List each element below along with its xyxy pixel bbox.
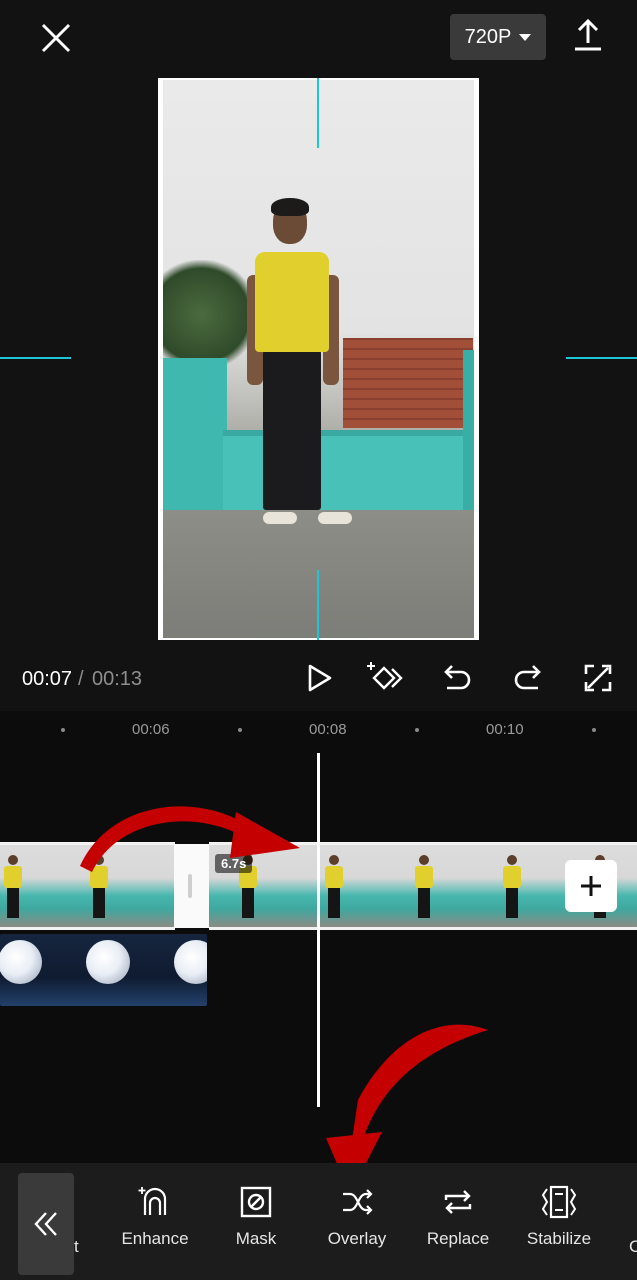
plus-icon — [581, 876, 601, 896]
person-shoe-left — [263, 512, 297, 524]
partial-tool-label-right: C — [629, 1237, 637, 1256]
clip-duration-badge: 6.7s — [215, 854, 253, 873]
tool-label: Replace — [426, 1229, 490, 1248]
transition-handle — [188, 874, 192, 898]
person-legs — [263, 350, 321, 510]
close-button[interactable] — [36, 18, 76, 58]
center-guide-top — [317, 78, 319, 148]
person-shoe-right — [318, 512, 352, 524]
enhance-icon — [138, 1187, 167, 1215]
ruler-tick — [238, 728, 242, 732]
clip-thumbnail — [118, 845, 175, 927]
add-clip-button[interactable] — [565, 860, 617, 912]
tool-label: Mask — [235, 1229, 277, 1248]
bottom-toolbar: t Enhance Mask Overlay Replace Stabilize… — [0, 1163, 637, 1280]
current-time: 00:07 — [22, 668, 73, 690]
video-frame-image — [163, 80, 474, 638]
center-guide-right — [566, 357, 637, 359]
tool-mask[interactable]: Mask — [211, 1185, 301, 1265]
thumbnail-person — [4, 855, 22, 919]
overlay-thumbnail-moon — [86, 940, 130, 984]
ruler-label: 00:08 — [309, 721, 347, 738]
tool-enhance[interactable]: Enhance — [110, 1185, 200, 1265]
center-guide-bottom — [317, 570, 319, 640]
video-preview-area — [0, 78, 637, 648]
tool-stabilize[interactable]: Stabilize — [514, 1185, 604, 1265]
scene-teal-pillar — [163, 358, 227, 510]
clip-thumbnail — [60, 845, 118, 927]
tool-overlay[interactable]: Overlay — [312, 1185, 402, 1265]
scene-teal-pillar-right — [463, 350, 474, 510]
playback-controls: 00:07 / 00:13 — [0, 648, 637, 710]
keyframe-button[interactable] — [366, 658, 406, 698]
play-icon — [308, 664, 332, 692]
overlay-thumbnail-moon — [0, 940, 42, 984]
clip-thumbnail — [473, 845, 561, 927]
playhead[interactable] — [317, 753, 320, 1107]
redo-icon — [514, 665, 541, 690]
resolution-dropdown[interactable]: 720P — [450, 14, 546, 60]
export-icon — [575, 18, 601, 51]
scene-teal-wall — [223, 430, 473, 510]
mask-icon — [240, 1186, 272, 1218]
export-button[interactable] — [570, 16, 606, 56]
tool-replace[interactable]: Replace — [413, 1185, 503, 1265]
ruler-tick — [415, 728, 419, 732]
person-hair — [271, 198, 309, 216]
person-shirt — [255, 252, 329, 352]
total-time: 00:13 — [92, 668, 143, 690]
timeline[interactable]: 00:06 00:08 00:10 6.7s — [0, 711, 637, 1163]
video-canvas[interactable] — [158, 78, 479, 640]
double-chevron-left-icon — [34, 1212, 57, 1236]
video-clip-1[interactable] — [0, 842, 175, 930]
undo-button[interactable] — [437, 658, 477, 698]
ruler-tick — [592, 728, 596, 732]
clip-thumbnail — [0, 845, 60, 927]
fullscreen-button[interactable] — [578, 658, 618, 698]
scene-brick-wall — [343, 338, 473, 428]
ruler-label: 00:06 — [132, 721, 170, 738]
overlay-thumbnail-moon — [174, 940, 207, 984]
ruler-tick — [61, 728, 65, 732]
thumbnail-person — [503, 855, 521, 919]
redo-button[interactable] — [508, 658, 548, 698]
resolution-label: 720P — [464, 25, 512, 48]
collapse-toolbar-button[interactable] — [18, 1173, 74, 1275]
keyframe-icon — [367, 662, 403, 690]
play-button[interactable] — [300, 658, 340, 698]
time-separator: / — [78, 668, 84, 690]
chevron-down-icon — [519, 33, 532, 41]
ruler-label: 00:10 — [486, 721, 524, 738]
top-bar: 720P — [0, 0, 637, 78]
clip-thumbnail — [297, 845, 385, 927]
transition-divider[interactable] — [174, 844, 209, 928]
thumbnail-person — [90, 855, 108, 919]
fullscreen-icon — [584, 664, 612, 692]
replace-icon — [444, 1190, 472, 1214]
thumbnail-person — [325, 855, 343, 919]
tool-label: Overlay — [327, 1229, 387, 1248]
partial-tool-label: t — [74, 1237, 79, 1256]
tool-label: Stabilize — [526, 1229, 592, 1248]
close-icon — [41, 23, 71, 53]
clip-thumbnail — [385, 845, 473, 927]
scene-tree — [163, 260, 258, 370]
tool-label: Enhance — [121, 1229, 189, 1248]
center-guide-left — [0, 357, 71, 359]
thumbnail-person — [415, 855, 433, 919]
overlay-clip[interactable] — [0, 934, 207, 1006]
undo-icon — [444, 665, 471, 690]
stabilize-icon — [541, 1185, 577, 1219]
overlay-shuffle-icon — [343, 1189, 373, 1215]
